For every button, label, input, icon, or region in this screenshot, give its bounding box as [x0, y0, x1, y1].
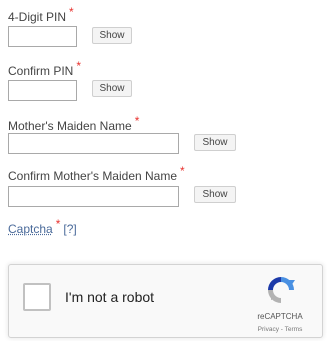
show-pin-button[interactable]: Show [92, 27, 132, 44]
captcha-label-row: Captcha * [?] [8, 217, 77, 236]
recaptcha-terms-link[interactable]: Terms [285, 326, 303, 333]
pin-label: 4-Digit PIN [8, 10, 67, 24]
recaptcha-brand: reCAPTCHA [257, 312, 303, 321]
recaptcha-privacy-link[interactable]: Privacy [258, 326, 279, 333]
pin-required-mark: * [69, 5, 74, 19]
captcha-help-link[interactable]: [?] [63, 222, 76, 236]
show-maiden-name-button[interactable]: Show [194, 134, 236, 151]
confirm-pin-required-mark: * [76, 59, 82, 73]
maiden-name-input[interactable] [8, 133, 179, 154]
confirm-pin-input[interactable] [8, 80, 77, 101]
confirm-pin-label-row: Confirm PIN * [8, 59, 81, 78]
show-confirm-pin-button[interactable]: Show [92, 80, 132, 97]
recaptcha-logo-icon [268, 277, 295, 303]
captcha-label: Captcha [8, 222, 53, 236]
maiden-name-label: Mother's Maiden Name [8, 119, 132, 133]
recaptcha-legal: Privacy - Terms [242, 326, 318, 333]
show-confirm-maiden-name-button[interactable]: Show [194, 186, 236, 203]
confirm-maiden-name-input[interactable] [8, 186, 179, 207]
captcha-required-mark: * [55, 217, 61, 231]
confirm-pin-label: Confirm PIN [8, 64, 74, 78]
pin-label-row: 4-Digit PIN * [8, 5, 74, 24]
recaptcha-checkbox-label: I'm not a robot [65, 289, 155, 305]
recaptcha-widget: I'm not a robot reCAPTCHA Privacy - Term… [8, 264, 323, 338]
confirm-maiden-name-label-row: Confirm Mother's Maiden Name * [8, 164, 185, 183]
maiden-name-label-row: Mother's Maiden Name * [8, 114, 139, 133]
recaptcha-checkbox[interactable] [23, 283, 51, 311]
maiden-name-required-mark: * [134, 114, 140, 128]
pin-input[interactable] [8, 26, 77, 47]
recaptcha-separator: - [280, 326, 283, 333]
confirm-maiden-name-required-mark: * [180, 164, 185, 178]
confirm-maiden-name-label: Confirm Mother's Maiden Name [8, 169, 178, 183]
